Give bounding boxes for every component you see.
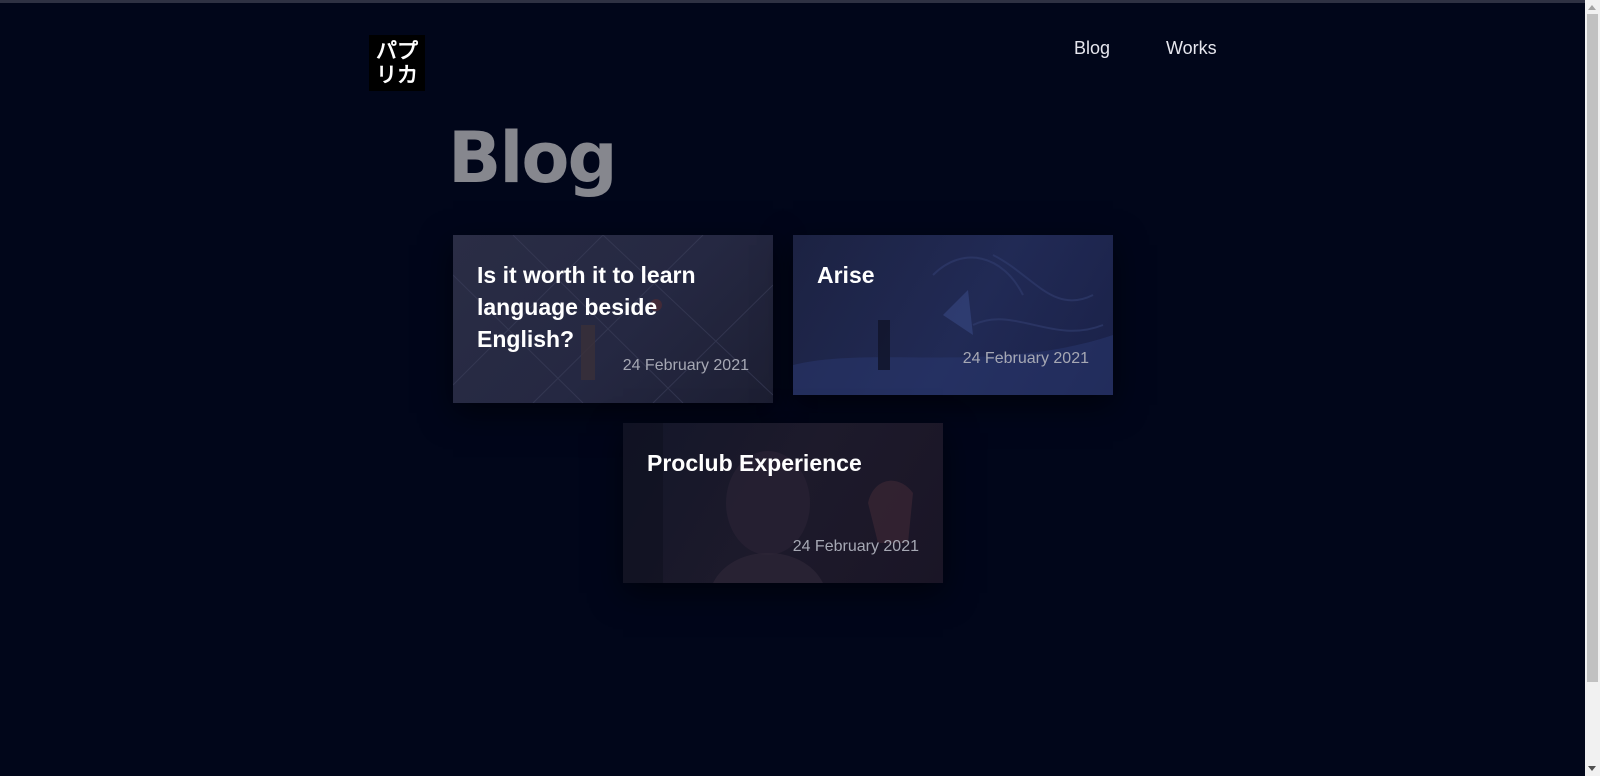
post-card-title: Proclub Experience bbox=[647, 450, 862, 476]
post-card-date: 24 February 2021 bbox=[792, 538, 919, 555]
site-logo[interactable]: パプ リカ bbox=[369, 35, 425, 91]
logo-line-2: リカ bbox=[376, 63, 418, 87]
scroll-down-icon[interactable] bbox=[1588, 766, 1596, 771]
post-card-date: 24 February 2021 bbox=[962, 350, 1089, 367]
page-title: Blog bbox=[448, 117, 618, 199]
scrollbar-thumb[interactable] bbox=[1587, 14, 1598, 682]
post-card-title: Is it worth it to learn language beside … bbox=[477, 262, 696, 352]
scroll-up-icon[interactable] bbox=[1588, 5, 1596, 10]
top-border bbox=[0, 0, 1585, 3]
post-card-date: 24 February 2021 bbox=[622, 357, 749, 374]
post-card[interactable]: Arise 24 February 2021 bbox=[793, 235, 1113, 395]
nav-link-works[interactable]: Works bbox=[1166, 38, 1217, 59]
post-card-title: Arise bbox=[817, 262, 875, 288]
page-scrollbar[interactable] bbox=[1585, 0, 1600, 776]
post-card[interactable]: Proclub Experience 24 February 2021 bbox=[623, 423, 943, 583]
post-card[interactable]: Is it worth it to learn language beside … bbox=[453, 235, 773, 403]
logo-line-1: パプ bbox=[376, 39, 418, 63]
nav-link-blog[interactable]: Blog bbox=[1074, 38, 1110, 59]
